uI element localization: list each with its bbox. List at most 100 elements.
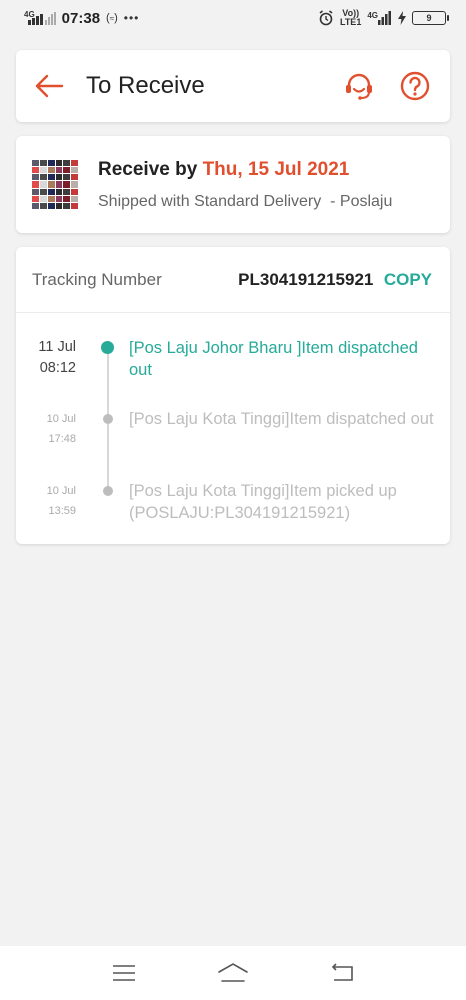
thumbnail-swatch	[47, 195, 55, 203]
thumbnail-swatch	[63, 166, 71, 174]
thumbnail-swatch	[39, 174, 47, 181]
thumbnail-swatch	[47, 159, 55, 166]
thumbnail-swatch	[47, 181, 55, 188]
volte-bottom-label: LTE1	[339, 17, 362, 27]
thumbnail-swatch	[71, 188, 78, 195]
thumbnail-swatch	[71, 181, 78, 188]
event-date: 10 Jul	[46, 413, 76, 425]
thumbnail-swatch	[47, 188, 55, 195]
back-button[interactable]	[34, 71, 64, 101]
tracking-number-row: Tracking Number PL304191215921 COPY	[16, 247, 450, 313]
event-description: [Pos Laju Kota Tinggi]Item dispatched ou…	[129, 410, 434, 428]
menu-icon	[113, 965, 136, 981]
thumbnail-swatch	[71, 166, 78, 174]
thumbnail-swatch	[39, 203, 47, 210]
more-dots-icon: •••	[123, 11, 140, 25]
thumbnail-swatch	[32, 159, 39, 166]
event-datetime: 10 Jul 17:48	[16, 409, 76, 481]
tracking-number-value: PL304191215921	[238, 269, 374, 289]
customer-support-button[interactable]	[342, 69, 376, 103]
signal-icon: 4G	[24, 11, 56, 25]
thumbnail-swatch	[71, 195, 78, 203]
receive-by-line: Receive by Thu, 15 Jul 2021	[98, 159, 392, 181]
headset-icon	[346, 73, 372, 100]
timeline-event: 10 Jul 17:48 [Pos Laju Kota Tinggi]Item …	[16, 409, 450, 481]
thumbnail-swatch	[63, 195, 71, 203]
event-description: [Pos Laju Johor Bharu ]Item dispatched o…	[129, 339, 418, 379]
recent-apps-button[interactable]	[106, 957, 142, 989]
shipping-method: Shipped with Standard Delivery - Poslaju	[98, 192, 393, 210]
alarm-icon	[319, 10, 333, 26]
delivery-info-card[interactable]: Receive by Thu, 15 Jul 2021 Shipped with…	[16, 136, 450, 233]
tracking-number-label: Tracking Number	[32, 269, 162, 289]
thumbnail-swatch	[47, 166, 55, 174]
tracking-card: Tracking Number PL304191215921 COPY 11 J…	[16, 247, 450, 544]
event-date: 11 Jul	[38, 339, 76, 355]
thumbnail-swatch	[47, 174, 55, 181]
clock: 07:38	[61, 9, 101, 27]
back-nav-button[interactable]	[324, 957, 360, 989]
battery-icon: 9	[412, 11, 449, 25]
thumbnail-swatch	[32, 174, 39, 181]
thumbnail-swatch	[32, 203, 39, 210]
thumbnail-swatch	[39, 195, 47, 203]
thumbnail-swatch	[63, 174, 71, 181]
thumbnail-swatch	[39, 181, 47, 188]
thumbnail-swatch	[63, 159, 71, 166]
thumbnail-swatch	[55, 203, 63, 210]
thumbnail-swatch	[55, 188, 63, 195]
status-bar: 4G 07:38 (≈) ••• Vo)) LTE1 4G 9	[0, 0, 466, 36]
page-title: To Receive	[86, 72, 205, 99]
thumbnail-swatch	[32, 195, 39, 203]
event-datetime: 10 Jul 13:59	[16, 481, 76, 553]
battery-level: 9	[426, 13, 432, 23]
home-button[interactable]	[215, 957, 251, 989]
thumbnail-swatch	[39, 159, 47, 166]
thumbnail-swatch	[71, 159, 78, 166]
thumbnail-swatch	[47, 203, 55, 210]
system-nav-bar	[0, 946, 466, 1000]
thumbnail-swatch	[71, 174, 78, 181]
tracking-timeline: 11 Jul 08:12 [Pos Laju Johor Bharu ]Item…	[16, 313, 450, 553]
thumbnail-swatch	[32, 188, 39, 195]
thumbnail-swatch	[55, 174, 63, 181]
event-description: [Pos Laju Kota Tinggi]Item picked up (PO…	[129, 482, 397, 522]
event-time: 17:48	[48, 433, 76, 445]
copy-button[interactable]: COPY	[384, 270, 432, 289]
timeline-event: 10 Jul 13:59 [Pos Laju Kota Tinggi]Item …	[16, 481, 450, 553]
timeline-dot-active	[101, 341, 114, 354]
network-type: 4G	[24, 10, 35, 19]
help-button[interactable]	[398, 69, 432, 103]
thumbnail-swatch	[39, 188, 47, 195]
hotspot-icon: (≈)	[106, 12, 118, 24]
thumbnail-swatch	[55, 159, 63, 166]
charging-icon	[398, 11, 406, 25]
timeline-dot	[103, 414, 113, 424]
receive-by-date: Thu, 15 Jul 2021	[202, 158, 350, 180]
event-datetime: 11 Jul 08:12	[16, 337, 76, 409]
thumbnail-swatch	[55, 181, 63, 188]
thumbnail-swatch	[55, 195, 63, 203]
to-receive-screen: 4G 07:38 (≈) ••• Vo)) LTE1 4G 9 To Recei…	[0, 0, 466, 1000]
back-icon	[331, 963, 353, 981]
volte-indicator: Vo)) LTE1	[340, 9, 361, 27]
network-type-2: 4G	[367, 11, 378, 20]
thumbnail-swatch	[39, 166, 47, 174]
thumbnail-swatch	[71, 203, 78, 210]
thumbnail-swatch	[32, 181, 39, 188]
arrow-left-icon	[35, 74, 64, 98]
product-thumbnail	[32, 159, 78, 210]
event-time: 13:59	[48, 505, 76, 517]
event-time: 08:12	[39, 360, 76, 376]
event-date: 10 Jul	[46, 485, 76, 497]
receive-by-label: Receive by	[98, 158, 198, 180]
timeline-dot	[103, 486, 113, 496]
mobile-data-icon: 4G	[367, 11, 392, 25]
thumbnail-swatch	[32, 166, 39, 174]
header-bar: To Receive	[16, 50, 450, 122]
thumbnail-swatch	[55, 166, 63, 174]
thumbnail-swatch	[63, 203, 71, 210]
timeline-event: 11 Jul 08:12 [Pos Laju Johor Bharu ]Item…	[16, 337, 450, 409]
question-icon	[400, 71, 430, 101]
thumbnail-swatch	[63, 188, 71, 195]
